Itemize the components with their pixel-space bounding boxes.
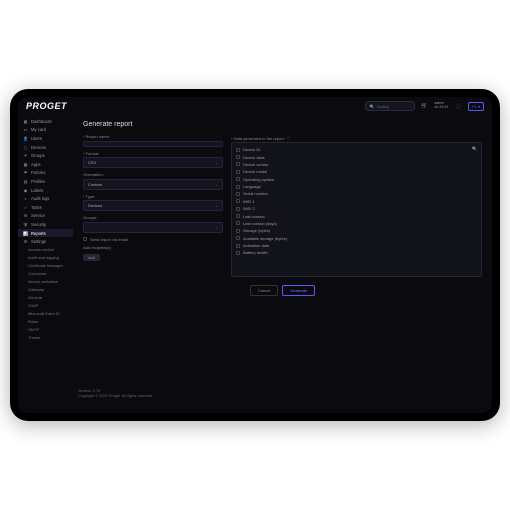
data-field-item[interactable]: Activation date (236, 242, 477, 249)
data-field-item[interactable]: Operating system (236, 176, 477, 183)
sidebar-item-security[interactable]: 🛡Security (18, 220, 73, 229)
data-field-item[interactable]: Storage (bytes) (236, 227, 477, 234)
sidebar-item-settings[interactable]: ⚙Settings (18, 237, 73, 246)
version-text: Version: 2.76 (78, 389, 153, 393)
language-selector[interactable]: PL ▾ (468, 102, 484, 111)
sidebar-item-labels[interactable]: ◉Labels (18, 186, 73, 195)
search-input[interactable]: 🔍Szukaj (365, 101, 415, 111)
sidebar-item-groups[interactable]: ⚘Groups (18, 151, 73, 160)
sidebar-item-service[interactable]: ⚙Service (18, 212, 73, 221)
report-name-label: * Report name: (83, 134, 223, 139)
sidebar-sub-device-activation[interactable]: Device activation (18, 278, 73, 286)
data-field-item[interactable]: Device vendor (236, 161, 477, 168)
type-select[interactable]: Devices⌄ (83, 200, 223, 211)
sidebar-sub-ldap[interactable]: LDAP (18, 302, 73, 310)
sidebar-sub-microsoft-entra-id[interactable]: Microsoft Entra ID (18, 310, 73, 318)
sidebar-item-reports[interactable]: 📊Reports (18, 229, 73, 238)
page-title: Generate report (83, 121, 482, 128)
data-field-item[interactable]: Device model (236, 168, 477, 175)
data-field-item[interactable]: Available storage (bytes) (236, 235, 477, 242)
sidebar-item-apps[interactable]: ▦Apps (18, 160, 73, 169)
sidebar-sub-roles[interactable]: Roles (18, 318, 73, 326)
copyright-text: Copyright © 2024 Proget. All rights rese… (78, 394, 153, 398)
format-label: * Format: (83, 151, 223, 156)
data-field-item[interactable]: Last contact (days) (236, 220, 477, 227)
sidebar-sub-smtp[interactable]: SMTP (18, 326, 73, 334)
add-recipients-label: Add recipient(s) (83, 245, 223, 250)
cancel-button[interactable]: Cancel (250, 285, 278, 296)
orientation-select[interactable]: Content⌄ (83, 179, 223, 190)
data-fields-panel: 🔍 Device IDDevice aliasDevice vendorDevi… (231, 142, 482, 277)
main-content: Generate report * Report name: * Format:… (73, 115, 492, 413)
cart-icon[interactable]: 🛒 (421, 102, 429, 110)
data-field-item[interactable]: Battery health (236, 249, 477, 256)
sidebar-item-devices[interactable]: ▯Devices (18, 143, 73, 152)
data-field-item[interactable]: IMEI 1 (236, 198, 477, 205)
sidebar-sub-connector[interactable]: Connector (18, 270, 73, 278)
sidebar-sub-theme[interactable]: Theme (18, 334, 73, 342)
data-field-item[interactable]: Last contact (236, 212, 477, 219)
sidebar: ▦Dashboard▭My card👤Users▯Devices⚘Groups▦… (18, 115, 73, 413)
header: PROGET 🔍Szukaj 🛒 admin do 24.09 ⓘ PL ▾ (18, 97, 492, 115)
sidebar-sub-gateway[interactable]: Gateway (18, 286, 73, 294)
type-label: * Type: (83, 194, 223, 199)
add-button[interactable]: Add (83, 254, 100, 261)
data-field-item[interactable]: Device ID (236, 146, 477, 153)
help-icon[interactable]: ⓘ (454, 102, 462, 110)
sidebar-item-dashboard[interactable]: ▦Dashboard (18, 117, 73, 126)
footer: Version: 2.76 Copyright © 2024 Proget. A… (78, 389, 153, 399)
report-name-input[interactable] (83, 141, 223, 147)
logo: PROGET (26, 101, 67, 111)
sidebar-item-my-card[interactable]: ▭My card (18, 126, 73, 135)
sidebar-item-policies[interactable]: ⚑Policies (18, 169, 73, 178)
groups-label: Groups: (83, 215, 223, 220)
data-field-item[interactable]: Serial number (236, 190, 477, 197)
search-icon[interactable]: 🔍 (472, 146, 477, 151)
data-field-item[interactable]: Device alias (236, 153, 477, 160)
generate-button[interactable]: Generate (282, 285, 315, 296)
sidebar-item-tasks[interactable]: ✓Tasks (18, 203, 73, 212)
sidebar-item-audit-logs[interactable]: ◐Audit logs (18, 194, 73, 203)
sidebar-item-profiles[interactable]: ▤Profiles (18, 177, 73, 186)
data-field-item[interactable]: IMEI 2 (236, 205, 477, 212)
format-select[interactable]: CSV⌄ (83, 157, 223, 168)
user-menu[interactable]: admin do 24.09 (435, 102, 449, 110)
sidebar-sub-access-control[interactable]: Access control (18, 246, 73, 254)
data-field-item[interactable]: Language (236, 183, 477, 190)
groups-select[interactable]: ⌄ (83, 222, 223, 233)
sidebar-sub-general[interactable]: General (18, 294, 73, 302)
sidebar-sub-certificate-manager[interactable]: Certificate Manager (18, 262, 73, 270)
orientation-label: Orientation: (83, 172, 223, 177)
sidebar-item-users[interactable]: 👤Users (18, 134, 73, 143)
sidebar-sub-audit-and-logging[interactable]: Audit and logging (18, 254, 73, 262)
send-email-checkbox[interactable]: Send report via email (83, 237, 223, 242)
